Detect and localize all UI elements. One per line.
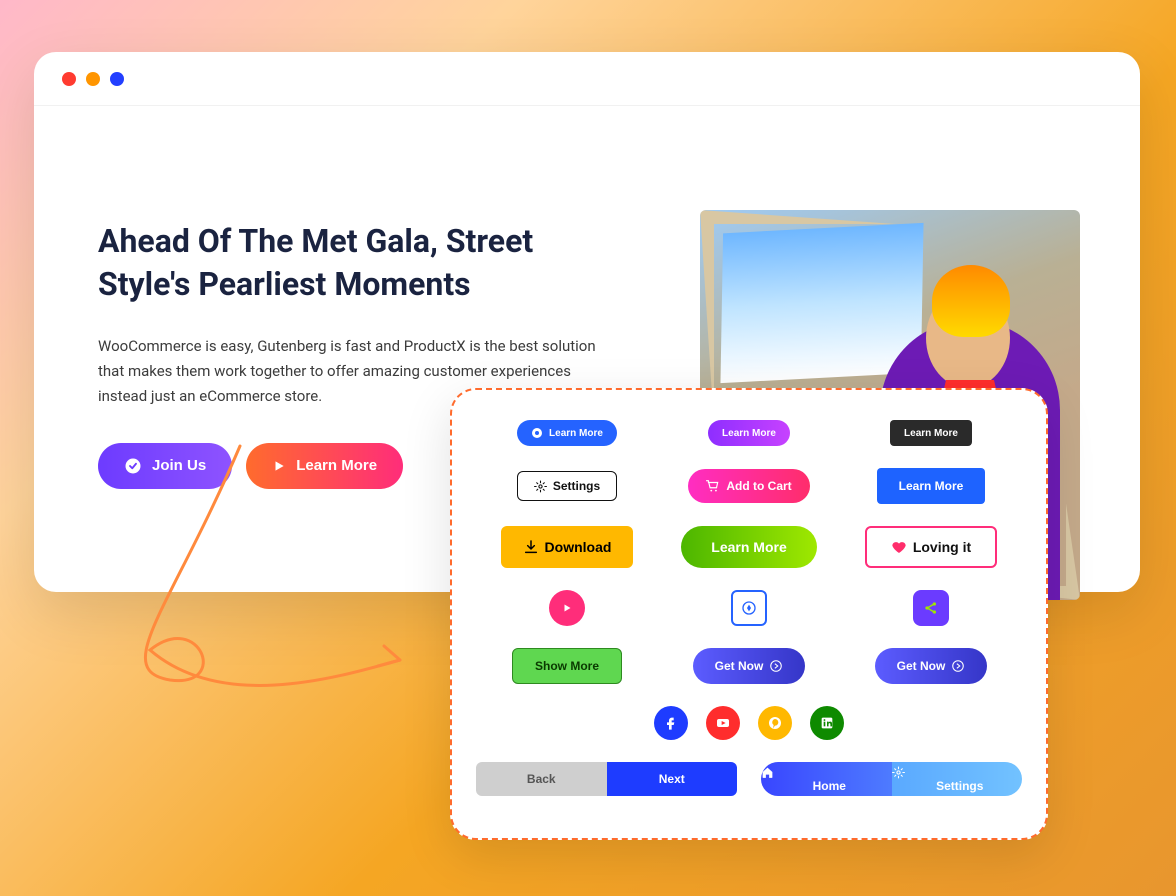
share-icon (923, 600, 939, 616)
chat-icon (531, 427, 543, 439)
facebook-icon[interactable] (654, 706, 688, 740)
next-button[interactable]: Next (607, 762, 738, 796)
pinterest-icon[interactable] (758, 706, 792, 740)
download-icon (523, 539, 539, 555)
add-to-cart-button[interactable]: Add to Cart (688, 469, 809, 503)
title-bar (34, 52, 1140, 106)
gear-icon (892, 766, 905, 779)
minimize-icon[interactable] (86, 72, 100, 86)
purple-learn-more-button[interactable]: Learn More (708, 420, 790, 446)
settings-footer-button[interactable]: Settings (892, 762, 1023, 796)
arrow-circle-icon (951, 659, 965, 673)
social-icons-row (476, 706, 1022, 740)
youtube-icon[interactable] (706, 706, 740, 740)
close-icon[interactable] (62, 72, 76, 86)
share-button[interactable] (913, 590, 949, 626)
get-now-button-2[interactable]: Get Now (875, 648, 988, 684)
buttons-panel: Learn More Learn More Learn More Setting… (450, 388, 1048, 840)
page-title: Ahead Of The Met Gala, Street Style's Pe… (98, 220, 618, 306)
heart-icon (891, 539, 907, 555)
direction-button[interactable] (731, 590, 767, 626)
check-circle-icon (124, 457, 142, 475)
home-button[interactable]: Home (761, 762, 892, 796)
cart-icon (706, 479, 720, 493)
blue-learn-more-button[interactable]: Learn More (877, 468, 986, 504)
play-icon (272, 459, 286, 473)
play-circle-button[interactable] (549, 590, 585, 626)
learn-more-button[interactable]: Learn More (246, 443, 403, 489)
green-learn-more-button[interactable]: Learn More (681, 526, 816, 568)
home-icon (761, 766, 774, 779)
get-now-button-1[interactable]: Get Now (693, 648, 806, 684)
join-us-button[interactable]: Join Us (98, 443, 232, 489)
linkedin-icon[interactable] (810, 706, 844, 740)
gear-icon (534, 480, 547, 493)
settings-button[interactable]: Settings (517, 471, 617, 501)
maximize-icon[interactable] (110, 72, 124, 86)
play-icon (561, 602, 573, 614)
download-button[interactable]: Download (501, 526, 634, 568)
compass-icon (741, 600, 757, 616)
show-more-button[interactable]: Show More (512, 648, 622, 684)
loving-it-button[interactable]: Loving it (865, 526, 997, 568)
dark-learn-more-button[interactable]: Learn More (890, 420, 972, 446)
back-button[interactable]: Back (476, 762, 607, 796)
arrow-circle-icon (769, 659, 783, 673)
chat-learn-more-button[interactable]: Learn More (517, 420, 617, 446)
